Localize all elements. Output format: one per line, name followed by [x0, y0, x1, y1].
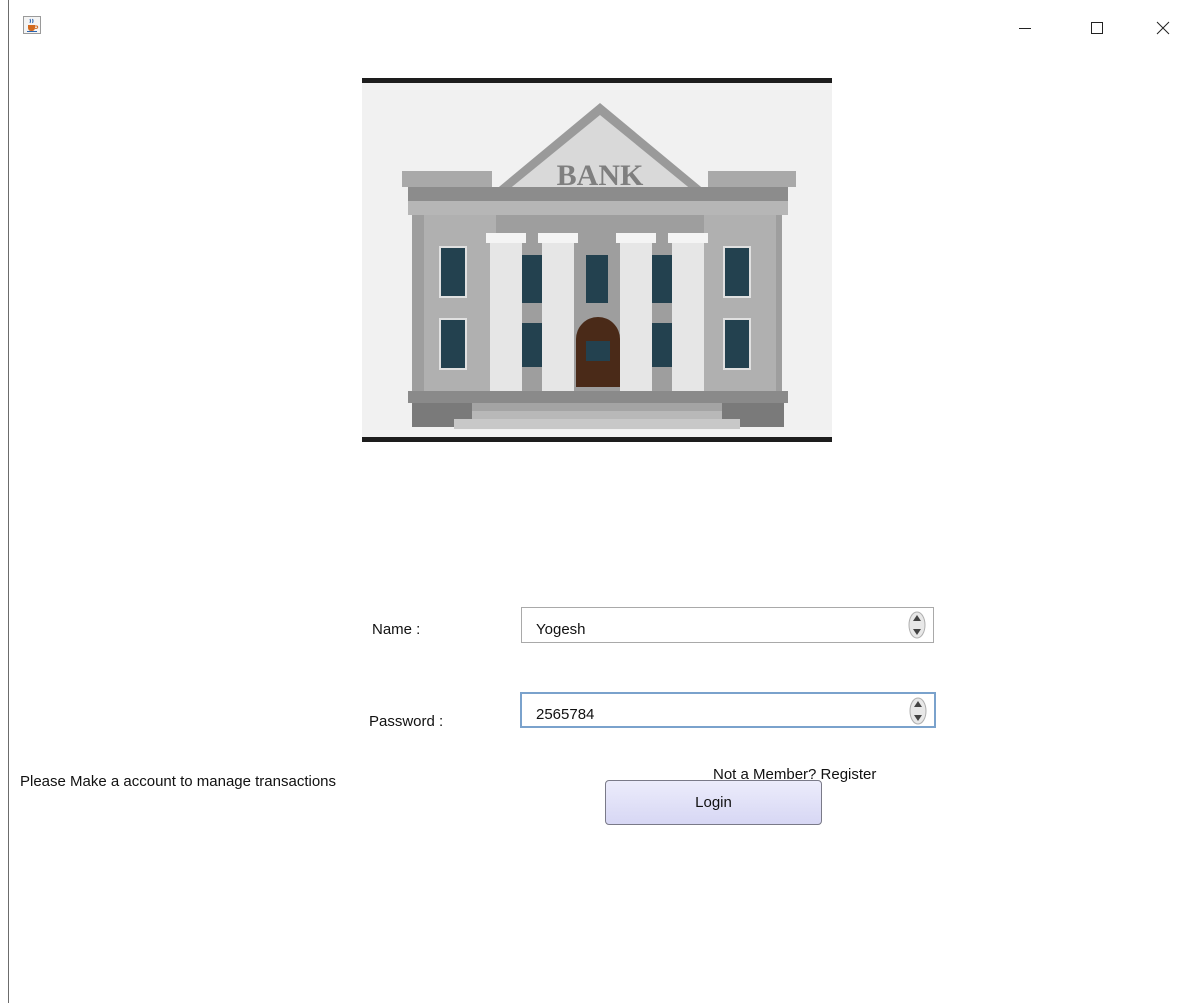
- spinner-icon[interactable]: [908, 697, 928, 725]
- window-border: [8, 0, 9, 1003]
- maximize-button[interactable]: [1074, 10, 1120, 46]
- password-label: Password :: [369, 713, 444, 730]
- close-button[interactable]: [1140, 10, 1186, 46]
- bank-sign-text: BANK: [557, 159, 644, 192]
- password-field[interactable]: [520, 692, 936, 728]
- info-text: Please Make a account to manage transact…: [20, 773, 337, 790]
- banner-bottom-border: [362, 437, 832, 442]
- java-cup-icon: [23, 16, 41, 34]
- name-label: Name :: [372, 621, 421, 638]
- minimize-button[interactable]: [1002, 10, 1048, 46]
- password-input[interactable]: [522, 694, 934, 726]
- spinner-icon[interactable]: [907, 611, 927, 639]
- maximize-icon: [1091, 22, 1103, 34]
- bank-building-image: BANK: [362, 78, 832, 442]
- title-bar: [0, 0, 1203, 60]
- login-button[interactable]: Login: [605, 780, 822, 825]
- minimize-icon: [1019, 28, 1031, 29]
- name-input[interactable]: [522, 608, 933, 642]
- register-link[interactable]: Not a Member? Register: [713, 766, 876, 783]
- name-field[interactable]: [521, 607, 934, 643]
- close-icon: [1156, 21, 1170, 35]
